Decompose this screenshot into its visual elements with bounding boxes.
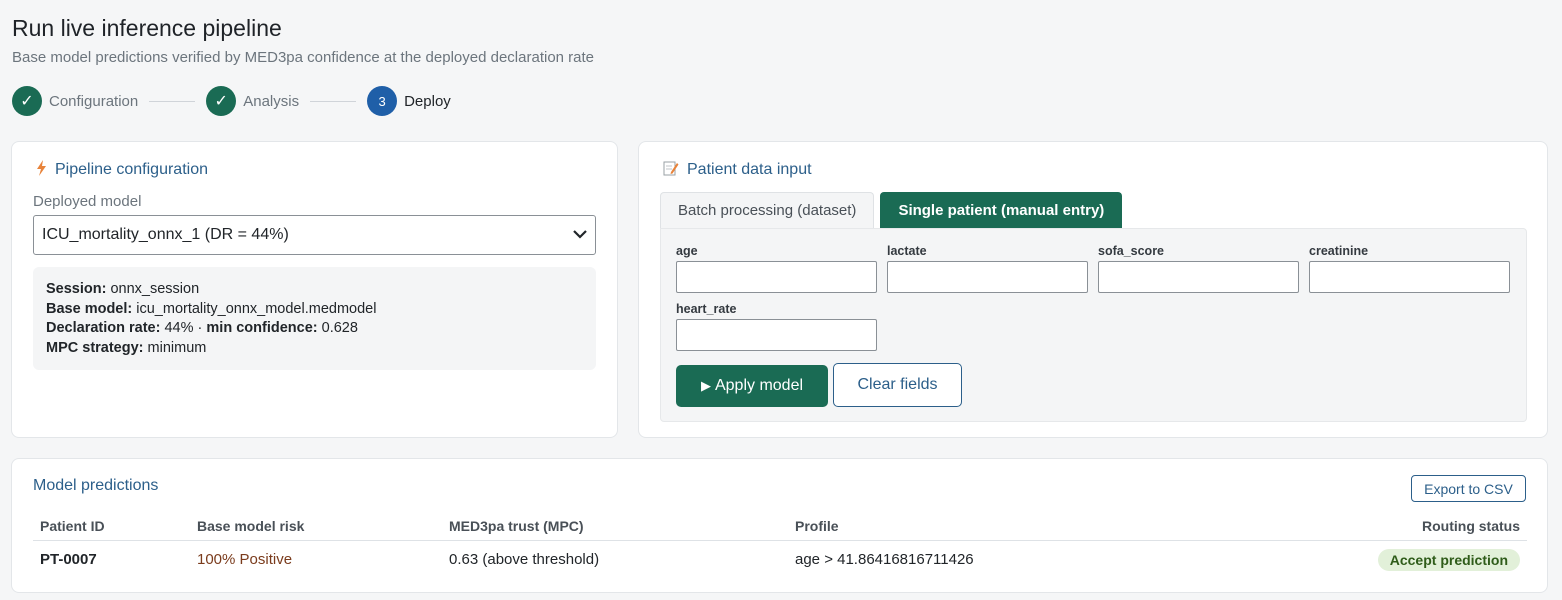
single-patient-panel: age lactate sofa_score creatinine heart_… [660, 228, 1527, 422]
age-input[interactable] [676, 261, 877, 293]
column-header[interactable]: Patient ID [33, 518, 197, 534]
pipeline-config-card: Pipeline configuration Deployed model IC… [11, 141, 618, 438]
heart-rate-label: heart_rate [676, 302, 737, 316]
profile-cell: age > 41.86416816711426 [795, 551, 974, 568]
column-header[interactable]: MED3pa trust (MPC) [449, 518, 795, 534]
card-title: Patient data input [663, 160, 812, 180]
step-configuration[interactable]: ✓ Configuration [12, 86, 138, 116]
declaration-rate-line: Declaration rate: 44% · min confidence: … [46, 320, 358, 336]
step-analysis[interactable]: ✓ Analysis [206, 86, 299, 116]
apply-model-button[interactable]: ▶ Apply model [676, 365, 828, 407]
column-header[interactable]: Profile [795, 518, 1327, 534]
step-label: Configuration [49, 92, 139, 110]
status-badge: Accept prediction [1377, 548, 1520, 571]
mpc-strategy-line: MPC strategy: minimum [46, 339, 207, 356]
deployed-model-value: ICU_mortality_onnx_1 (DR = 44%) [42, 226, 289, 243]
model-predictions-card: Model predictions Export to CSV Patient … [11, 458, 1548, 593]
apply-model-label: Apply model [714, 377, 804, 394]
memo-icon [663, 160, 679, 180]
sofa-score-label: sofa_score [1098, 244, 1165, 258]
sofa-score-field-group: sofa_score [1098, 244, 1299, 293]
deployed-model-select[interactable]: ICU_mortality_onnx_1 (DR = 44%) [33, 215, 596, 255]
table-row[interactable]: PT-0007 100% Positive 0.63 (above thresh… [33, 541, 1527, 578]
page-subtitle: Base model predictions verified by MED3p… [12, 49, 595, 66]
step-label: Deploy [404, 92, 451, 110]
patient-input-card: Patient data input Batch processing (dat… [638, 141, 1548, 438]
tab-batch-processing[interactable]: Batch processing (dataset) [660, 192, 875, 228]
routing-status-cell: Accept prediction [1327, 548, 1527, 571]
patient-title: Patient data input [687, 161, 812, 178]
lactate-input[interactable] [887, 261, 1088, 293]
chevron-down-icon [571, 225, 589, 243]
predictions-table: Patient ID Base model risk MED3pa trust … [33, 511, 1527, 578]
sofa-score-input[interactable] [1098, 261, 1299, 293]
card-title: Pipeline configuration [36, 160, 208, 180]
creatinine-input[interactable] [1309, 261, 1510, 293]
check-icon: ✓ [12, 86, 42, 116]
session-info-box: Session: onnx_session Base model: icu_mo… [33, 267, 596, 370]
column-header[interactable]: Base model risk [197, 518, 449, 534]
step-number: 3 [367, 86, 398, 116]
export-csv-button[interactable]: Export to CSV [1411, 475, 1526, 502]
heart-rate-field-group: heart_rate [676, 302, 877, 351]
lactate-field-group: lactate [887, 244, 1088, 293]
base-model-line: Base model: icu_mortality_onnx_model.med… [46, 300, 377, 317]
age-label: age [676, 244, 698, 258]
step-deploy[interactable]: 3 Deploy [367, 86, 451, 116]
lactate-label: lactate [887, 244, 927, 258]
step-connector [149, 100, 196, 102]
deployed-model-label: Deployed model [33, 193, 142, 210]
age-field-group: age [676, 244, 877, 293]
page-title: Run live inference pipeline [12, 15, 282, 41]
predictions-title: Model predictions [33, 477, 159, 494]
check-icon: ✓ [206, 86, 237, 116]
trust-cell: 0.63 (above threshold) [449, 551, 600, 568]
stepper: ✓ Configuration ✓ Analysis 3 Deploy [12, 86, 451, 116]
clear-fields-button[interactable]: Clear fields [833, 363, 962, 407]
creatinine-field-group: creatinine [1309, 244, 1510, 293]
input-mode-tabs: Batch processing (dataset) Single patien… [660, 192, 1128, 228]
step-connector [310, 100, 357, 102]
column-header[interactable]: Routing status [1327, 518, 1527, 534]
tab-single-patient[interactable]: Single patient (manual entry) [880, 192, 1123, 228]
patient-id-cell: PT-0007 [40, 551, 97, 568]
risk-cell: 100% Positive [197, 551, 293, 568]
lightning-icon [36, 160, 47, 180]
creatinine-label: creatinine [1309, 244, 1369, 258]
session-line: Session: onnx_session [46, 281, 200, 297]
pipeline-title: Pipeline configuration [55, 161, 208, 178]
step-label: Analysis [243, 92, 300, 110]
heart-rate-input[interactable] [676, 319, 877, 351]
play-icon: ▶ [700, 378, 711, 393]
table-header: Patient ID Base model risk MED3pa trust … [33, 511, 1527, 541]
